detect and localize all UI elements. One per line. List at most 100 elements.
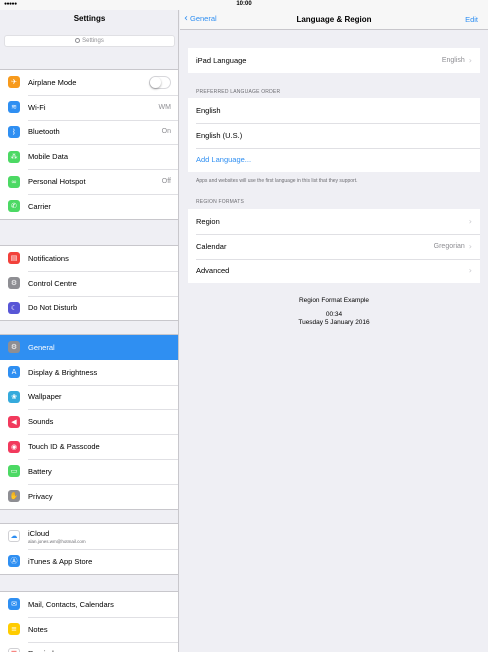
nav-bar: ‹ General Language & Region Edit (180, 10, 488, 30)
sidebar-item-label: Personal Hotspot (28, 177, 86, 187)
sidebar-item-label: Notes (28, 624, 48, 634)
calendar-label: Calendar (196, 241, 227, 251)
sidebar-item-battery[interactable]: ▭ Battery (0, 458, 178, 484)
status-time: 10:00 (236, 1, 252, 7)
status-bar: ●●●●● 10:00 (0, 0, 488, 10)
calendar-value: Gregorian (433, 242, 465, 250)
chevron-right-icon: › (468, 216, 472, 226)
page-title: Language & Region (296, 15, 372, 24)
sidebar-item-value: On (161, 128, 171, 136)
sidebar-item-itunes-and-app-store[interactable]: ⒶiTunes & App Store (0, 548, 178, 574)
sidebar-item-label: Control Centre (28, 278, 77, 288)
calendar-row[interactable]: Calendar Gregorian › (188, 233, 480, 259)
edit-button[interactable]: Edit (465, 15, 478, 24)
fingerprint-icon: ◉ (8, 440, 20, 453)
sidebar-item-value: Off (161, 178, 171, 186)
sidebar-item-privacy[interactable]: ✋ Privacy (0, 483, 178, 509)
language-label: English (196, 105, 221, 115)
sidebar-item-wallpaper[interactable]: ❀ Wallpaper (0, 384, 178, 410)
add-language-label: Add Language... (196, 155, 252, 165)
sidebar-item-label: Notifications (28, 253, 69, 263)
sidebar-item-icloud[interactable]: ☁ iCloud alan.jones.wm@hotmail.com (0, 524, 178, 549)
toggle-knob (150, 76, 161, 88)
phone-icon: ✆ (8, 200, 20, 213)
sidebar-item-display-and-brightness[interactable]: A Display & Brightness (0, 360, 178, 385)
airplane-mode-toggle[interactable] (149, 75, 171, 89)
advanced-label: Advanced (196, 266, 230, 276)
add-language-button[interactable]: Add Language... (188, 147, 480, 173)
language-row-english-us[interactable]: English (U.S.) (188, 122, 480, 148)
sidebar-item-label: Wi-Fi (28, 102, 46, 112)
control-centre-icon: ⚙ (8, 277, 20, 290)
antenna-icon: ⁂ (8, 150, 20, 163)
sidebar-item-label: Airplane Mode (28, 77, 77, 87)
sidebar-item-label: Carrier (28, 201, 51, 211)
cloud-icon: ☁ (8, 530, 20, 543)
example-time: 00:34 (325, 311, 343, 318)
sidebar-item-label: Wallpaper (28, 392, 62, 402)
sidebar-item-control-centre[interactable]: ⚙ Control Centre (0, 270, 178, 296)
sidebar-item-label: Battery (28, 466, 52, 476)
sidebar-item-sounds[interactable]: ◀ Sounds (0, 409, 178, 434)
hand-icon: ✋ (8, 490, 20, 503)
sidebar-item-label: Bluetooth (28, 127, 60, 137)
sidebar-item-label: General (28, 342, 55, 352)
sidebar-item-wi-fi[interactable]: ≋ Wi-Fi WM (0, 94, 178, 120)
settings-group: ☁ iCloud alan.jones.wm@hotmail.com ⒶiTunes … (0, 523, 178, 575)
languages-footer: Apps and websites will use the first lan… (196, 178, 358, 184)
sidebar-item-general[interactable]: ⚙ General (0, 335, 178, 360)
wallpaper-icon: ❀ (8, 390, 20, 403)
sidebar-item-airplane-mode[interactable]: ✈ Airplane Mode (0, 70, 178, 95)
sidebar-item-label: iTunes & App Store (28, 556, 93, 566)
display-icon: A (8, 366, 20, 379)
sidebar-item-label: Touch ID & Passcode (28, 442, 100, 452)
chevron-right-icon: › (468, 55, 472, 65)
settings-group: ✈ Airplane Mode ≋ Wi-Fi WM ᛒ Bluetooth On ⁂ Mobil… (0, 69, 178, 220)
wifi-icon: ≋ (8, 101, 20, 114)
link-icon: ∞ (8, 175, 20, 188)
settings-sidebar: Settings Settings ✈ Airplane Mode ≋ Wi-Fi WM… (0, 10, 179, 652)
settings-group: ⚙ General A Display & Brightness ❀ Wallpaper ◀… (0, 334, 178, 510)
region-format-example: Region Format Example 00:34 Tuesday 5 Ja… (180, 297, 488, 326)
preferred-languages-group: English English (U.S.) Add Language... (188, 98, 480, 173)
preferred-language-header: PREFERRED LANGUAGE ORDER (196, 89, 281, 95)
advanced-row[interactable]: Advanced › (188, 258, 480, 284)
sidebar-item-label: iCloud (28, 528, 50, 538)
ipad-language-label: iPad Language (196, 55, 247, 65)
sidebar-item-label: Do Not Disturb (28, 303, 78, 313)
example-title: Region Format Example (298, 297, 370, 304)
language-label: English (U.S.) (196, 130, 243, 140)
chevron-right-icon: › (468, 241, 472, 251)
sidebar-item-bluetooth[interactable]: ᛒ Bluetooth On (0, 119, 178, 145)
notes-icon: ≡ (8, 623, 20, 636)
sidebar-item-label: Sounds (28, 417, 54, 427)
sidebar-item-label: Mail, Contacts, Calendars (28, 599, 114, 609)
ipad-language-row[interactable]: iPad Language English › (188, 48, 480, 73)
search-icon (75, 38, 81, 43)
language-row-english[interactable]: English (188, 98, 480, 123)
search-input[interactable]: Settings (4, 35, 175, 47)
sidebar-item-touch-id-and-passcode[interactable]: ◉ Touch ID & Passcode (0, 434, 178, 459)
sidebar-item-reminders[interactable]: ☰Reminders (0, 641, 178, 652)
sidebar-item-mail-contacts-calendars[interactable]: ✉ Mail, Contacts, Calendars (0, 592, 178, 617)
sidebar-item-label: Display & Brightness (28, 367, 98, 377)
search-placeholder: Settings (82, 38, 104, 44)
sidebar-item-text: iCloud alan.jones.wm@hotmail.com (28, 528, 178, 544)
detail-pane: ‹ General Language & Region Edit iPad La… (180, 10, 488, 652)
region-label: Region (196, 216, 220, 226)
sidebar-item-label: Mobile Data (28, 152, 69, 162)
sidebar-item-do-not-disturb[interactable]: ☾ Do Not Disturb (0, 295, 178, 321)
sidebar-item-notes[interactable]: ≡ Notes (0, 616, 178, 642)
settings-group: ▤ Notifications ⚙ Control Centre ☾ Do Not Dis… (0, 245, 178, 322)
moon-icon: ☾ (8, 301, 20, 314)
mail-icon: ✉ (8, 598, 20, 611)
sidebar-item-carrier[interactable]: ✆ Carrier (0, 193, 178, 219)
chevron-right-icon: › (468, 266, 472, 276)
sidebar-item-sublabel: alan.jones.wm@hotmail.com (28, 538, 86, 544)
sidebar-item-notifications[interactable]: ▤ Notifications (0, 246, 178, 271)
region-row[interactable]: Region › (188, 209, 480, 234)
sidebar-item-mobile-data[interactable]: ⁂ Mobile Data (0, 144, 178, 169)
sidebar-item-personal-hotspot[interactable]: ∞ Personal Hotspot Off (0, 169, 178, 194)
settings-group: ✉ Mail, Contacts, Calendars ≡ Notes ☰Reminde… (0, 591, 178, 652)
reminders-icon: ☰ (8, 647, 20, 652)
